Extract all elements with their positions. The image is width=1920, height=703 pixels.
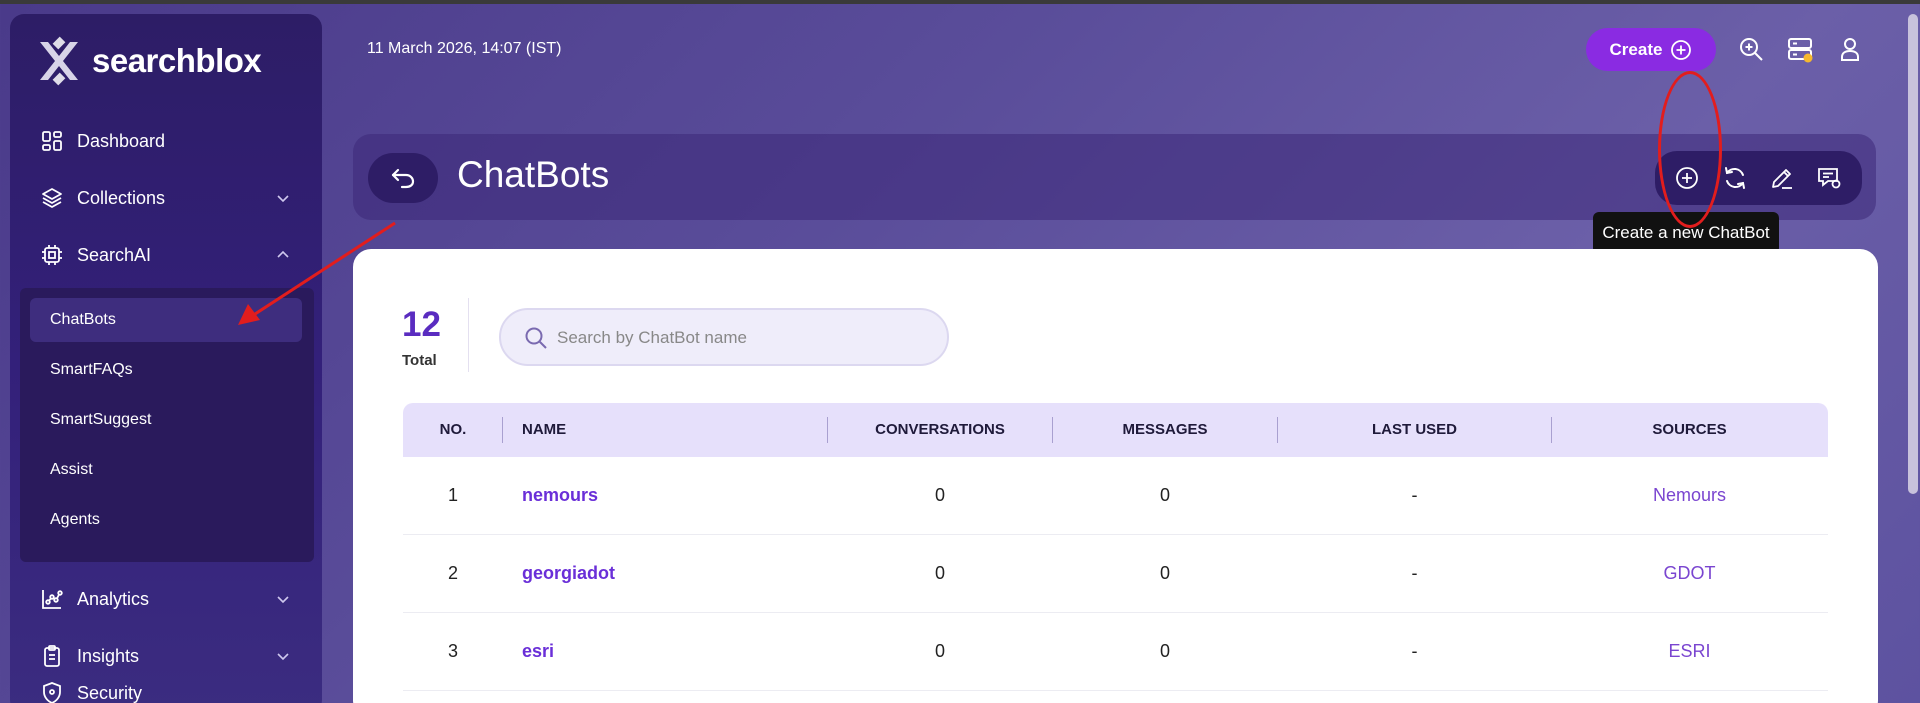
chatbot-name-link[interactable]: esri — [522, 641, 554, 662]
create-button[interactable]: Create — [1586, 28, 1716, 71]
table-header: NO. NAME CONVERSATIONS MESSAGES LAST USE… — [403, 403, 1828, 457]
divider — [468, 298, 469, 372]
page-title: ChatBots — [457, 154, 610, 195]
sidebar: searchblox Dashboard Collections SearchA… — [10, 14, 322, 703]
sidebar-item-label: Security — [77, 682, 143, 703]
back-button[interactable] — [368, 153, 438, 203]
sidebar-item-label: Collections — [77, 187, 166, 208]
page-scrollbar[interactable] — [1908, 14, 1918, 494]
user-icon[interactable] — [1836, 35, 1864, 63]
brand-name: searchblox — [92, 42, 262, 79]
cell-messages: 0 — [1159, 563, 1170, 583]
layers-icon — [42, 188, 62, 208]
server-status-icon[interactable] — [1786, 35, 1814, 63]
edit-icon[interactable] — [1769, 165, 1795, 191]
annotation-highlight-ellipse — [1658, 71, 1722, 228]
back-arrow-icon — [391, 168, 415, 189]
sidebar-item-label: Dashboard — [77, 130, 166, 151]
refresh-icon[interactable] — [1722, 165, 1748, 191]
search-icon — [525, 327, 547, 349]
source-link[interactable]: GDOT — [1551, 563, 1828, 584]
current-datetime: 11 March 2026, 14:07 (IST) — [367, 40, 562, 57]
sidebar-item-label: Analytics — [77, 588, 150, 609]
source-link[interactable]: ESRI — [1551, 641, 1828, 662]
column-header-conversations[interactable]: CONVERSATIONS — [827, 421, 1053, 438]
dashboard-icon — [42, 131, 62, 151]
sidebar-item-security[interactable]: Security — [10, 673, 322, 703]
chevron-down-icon — [277, 195, 289, 203]
table-row[interactable]: 3 esri 0 0 - ESRI — [403, 613, 1828, 691]
submenu-item-assist[interactable]: Assist — [30, 448, 302, 492]
chevron-down-icon — [277, 596, 289, 604]
plus-circle-icon — [1671, 39, 1692, 60]
clipboard-icon — [44, 645, 60, 667]
sidebar-item-insights[interactable]: Insights — [10, 636, 322, 676]
cell-messages: 0 — [1159, 641, 1170, 661]
searchai-submenu: ChatBots SmartFAQs SmartSuggest Assist A… — [20, 288, 314, 562]
window-top-edge — [0, 0, 1920, 4]
cell-last-used: - — [1411, 485, 1418, 505]
cell-no: 3 — [447, 641, 458, 661]
search-box[interactable] — [499, 308, 949, 366]
column-header-name[interactable]: NAME — [522, 421, 566, 438]
column-header-no[interactable]: NO. — [403, 421, 503, 438]
search-zoom-icon[interactable] — [1737, 35, 1765, 63]
chatbot-name-link[interactable]: nemours — [522, 485, 598, 506]
table-row[interactable]: 2 georgiadot 0 0 - GDOT — [403, 535, 1828, 613]
brand-logo[interactable]: searchblox — [34, 36, 262, 86]
submenu-item-smartsuggest[interactable]: SmartSuggest — [30, 398, 302, 442]
cell-conversations: 0 — [934, 485, 945, 505]
sidebar-item-label: SearchAI — [77, 244, 152, 265]
chat-settings-icon[interactable] — [1816, 165, 1842, 191]
chip-icon — [42, 245, 62, 265]
analytics-icon — [42, 590, 63, 609]
total-count: 12 — [402, 305, 441, 344]
create-button-label: Create — [1609, 39, 1663, 59]
column-header-last-used[interactable]: LAST USED — [1277, 421, 1552, 438]
sidebar-item-collections[interactable]: Collections — [10, 178, 322, 218]
shield-icon — [43, 682, 61, 703]
total-label: Total — [402, 352, 437, 369]
submenu-item-agents[interactable]: Agents — [30, 498, 302, 542]
cell-no: 2 — [447, 563, 458, 583]
column-separator — [502, 417, 503, 443]
column-header-sources[interactable]: SOURCES — [1551, 421, 1828, 438]
cell-no: 1 — [447, 485, 458, 505]
sidebar-item-dashboard[interactable]: Dashboard — [10, 121, 322, 161]
chatbot-name-link[interactable]: georgiadot — [522, 563, 615, 584]
source-link[interactable]: Nemours — [1551, 485, 1828, 506]
cell-last-used: - — [1411, 563, 1418, 583]
column-header-messages[interactable]: MESSAGES — [1052, 421, 1278, 438]
sidebar-item-label: Insights — [77, 645, 140, 666]
cell-last-used: - — [1411, 641, 1418, 661]
submenu-item-smartfaqs[interactable]: SmartFAQs — [30, 348, 302, 392]
search-input[interactable] — [557, 322, 927, 354]
searchblox-logo-icon — [40, 36, 78, 86]
cell-conversations: 0 — [934, 563, 945, 583]
cell-conversations: 0 — [934, 641, 945, 661]
chevron-down-icon — [277, 653, 289, 661]
table-row[interactable]: 1 nemours 0 0 - Nemours — [403, 457, 1828, 535]
sidebar-item-analytics[interactable]: Analytics — [10, 579, 322, 619]
cell-messages: 0 — [1159, 485, 1170, 505]
